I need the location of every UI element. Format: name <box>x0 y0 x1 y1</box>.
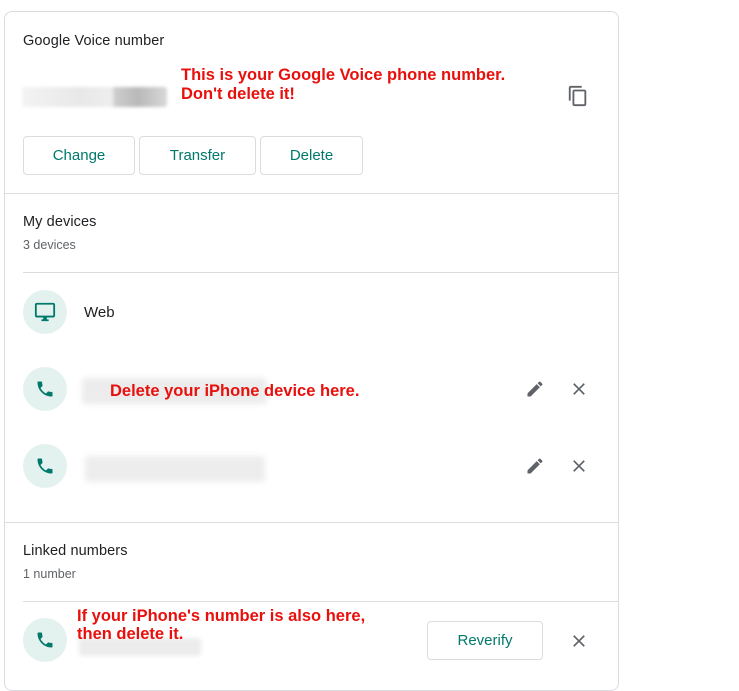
section-divider <box>5 193 618 194</box>
linked-annotation-line1: If your iPhone's number is also here, <box>77 607 366 625</box>
phone-icon <box>23 367 67 411</box>
phone-icon <box>23 444 67 488</box>
devices-count: 3 devices <box>23 238 76 252</box>
close-icon[interactable] <box>567 629 591 653</box>
section-divider <box>5 522 618 523</box>
pencil-icon[interactable] <box>523 454 547 478</box>
voice-annotation-line1: This is your Google Voice phone number. <box>181 66 506 84</box>
account-settings-card <box>4 11 619 691</box>
linked-annotation-line2: then delete it. <box>77 625 184 643</box>
voice-number-title: Google Voice number <box>23 33 165 49</box>
linked-divider <box>23 601 618 602</box>
delete-button[interactable]: Delete <box>260 136 363 175</box>
web-device-label: Web <box>84 304 115 321</box>
change-button[interactable]: Change <box>23 136 135 175</box>
voice-annotation-line2: Don't delete it! <box>181 85 295 103</box>
reverify-button[interactable]: Reverify <box>427 621 543 660</box>
redacted-device-number <box>85 456 265 482</box>
pencil-icon[interactable] <box>523 377 547 401</box>
redacted-voice-number <box>22 87 167 107</box>
close-icon[interactable] <box>567 377 591 401</box>
phone-icon <box>23 618 67 662</box>
linked-numbers-count: 1 number <box>23 567 76 581</box>
devices-title: My devices <box>23 214 97 230</box>
copy-icon[interactable] <box>566 84 590 108</box>
device-annotation: Delete your iPhone device here. <box>110 382 360 400</box>
close-icon[interactable] <box>567 454 591 478</box>
monitor-icon <box>23 290 67 334</box>
transfer-button[interactable]: Transfer <box>139 136 256 175</box>
devices-divider <box>23 272 618 273</box>
linked-numbers-title: Linked numbers <box>23 543 128 559</box>
